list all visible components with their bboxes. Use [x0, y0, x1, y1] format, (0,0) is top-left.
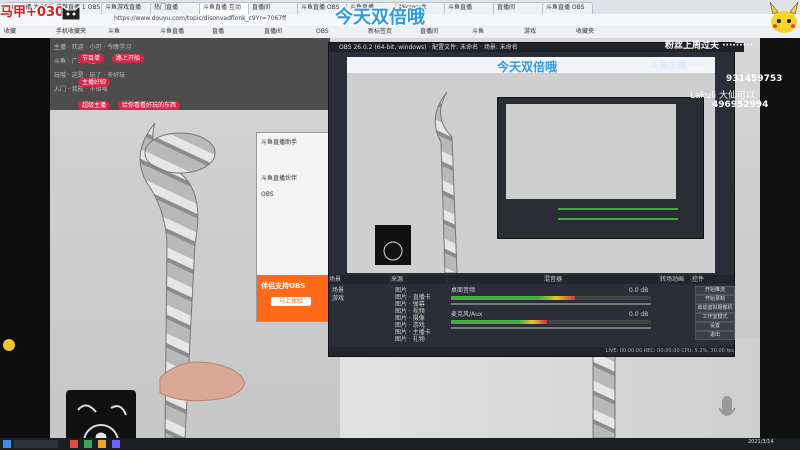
stream-title: 今天双倍哦 — [335, 7, 425, 28]
nested-preview — [506, 104, 676, 199]
source-item[interactable]: 图片 · 视频 — [395, 308, 425, 315]
dock-header-mixer: 混音器 — [448, 275, 658, 284]
browser-tab[interactable]: 直播间 — [493, 2, 544, 14]
streamer-emblem-icon — [66, 390, 136, 438]
app-icon[interactable] — [98, 440, 106, 448]
bookmark-item[interactable]: 手机收藏夹 — [56, 27, 86, 37]
start-streaming-button[interactable]: 开始推流 — [695, 286, 735, 295]
microphone-icon — [718, 396, 736, 416]
chat-badge: 路上开船 — [112, 54, 145, 63]
mixer-meter-bg — [451, 320, 651, 324]
app-icon[interactable] — [84, 440, 92, 448]
obs-window[interactable]: OBS 26.0.2 (64-bit, windows) · 配置文件: 未命名… — [328, 42, 744, 357]
preview-rope — [434, 91, 458, 273]
top-left-label: 马甲+030 — [0, 5, 65, 20]
source-item[interactable]: 图片 · 礼物 — [395, 336, 425, 343]
browser-tab[interactable]: 斗鱼直播 OBS — [542, 2, 593, 14]
bookmark-item[interactable]: 收藏夹 — [576, 27, 594, 37]
right-overlay-line: 496952994 — [712, 100, 769, 110]
scene-item[interactable]: 场景 — [332, 287, 344, 294]
emoji-icon — [3, 339, 15, 351]
preview-emblem-icon — [375, 225, 411, 265]
helper-window[interactable]: 斗鱼直播助手 斗鱼直播伙伴 OBS 伴侣支持OBS 马上体验 — [256, 132, 330, 322]
browser-tab[interactable]: 斗鱼直播 — [444, 2, 495, 14]
nested-obs-window — [497, 97, 704, 239]
nested-meter — [558, 218, 678, 220]
app-icon[interactable] — [112, 440, 120, 448]
obs-promo-banner[interactable]: 伴侣支持OBS 马上体验 — [257, 275, 329, 321]
obs-preview: 今天双倍哦 — [347, 57, 715, 273]
chat-badge: 主播好帅 — [78, 78, 111, 87]
cat-icon — [61, 4, 81, 20]
obs-docks: 场景 来源 混音器 转场动画 控件 场景 游戏 图片 图片 · 直播卡 图片 ·… — [329, 275, 735, 345]
obs-status-text: LIVE: 00:00:00 REC: 00:00:00 CPU: 5.2%, … — [605, 348, 734, 354]
pikachu-icon — [769, 1, 799, 33]
start-icon[interactable] — [3, 440, 11, 448]
mixer-meter-bg — [451, 296, 651, 300]
mixer-name: 桌面音频 — [451, 287, 476, 294]
chat-badge: 给你看看好玩的东西 — [118, 101, 181, 110]
taskbar-search[interactable] — [14, 440, 58, 448]
browser-tab[interactable]: 直播间 — [248, 2, 299, 14]
mixer-meter-fill — [451, 320, 547, 324]
nested-meter — [558, 208, 678, 210]
helper-item[interactable]: 斗鱼直播伙伴 — [261, 173, 297, 182]
right-overlay-line: 斗鱼主播 ····· — [650, 61, 704, 71]
bookmark-item[interactable]: 斗鱼直播 — [160, 27, 184, 37]
exit-button[interactable]: 退出 — [695, 331, 735, 340]
obs-status-bar: LIVE: 00:00:00 REC: 00:00:00 CPU: 5.2%, … — [329, 347, 734, 356]
bookmark-item[interactable]: 游戏 — [524, 27, 536, 37]
mixer-meter-fill — [451, 296, 575, 300]
right-panel — [760, 38, 800, 438]
bookmark-item[interactable]: 斗鱼 — [108, 27, 120, 37]
helper-title: 斗鱼直播助手 — [261, 139, 298, 146]
left-dark-strip — [0, 38, 50, 438]
taskbar: 2021/3/14 — [0, 438, 800, 450]
dock-header-controls: 控件 — [692, 275, 734, 284]
chat-badge: 节目单 — [78, 54, 105, 63]
start-recording-button[interactable]: 开始录制 — [695, 295, 735, 304]
mixer-volume-slider[interactable] — [451, 303, 651, 305]
source-item[interactable]: 图片 · 直播卡 — [395, 294, 431, 301]
dock-header-transitions: 转场动画 — [660, 275, 690, 284]
mixer-name: 麦克风/Aux — [451, 311, 483, 318]
source-item[interactable]: 图片 · 摄像 — [395, 315, 425, 322]
browser-tab[interactable]: 热门直播 — [150, 2, 201, 14]
browser-tab[interactable]: 斗鱼直播 互动 — [199, 2, 250, 14]
browser-tab[interactable]: 斗鱼游戏直播 — [101, 2, 152, 14]
virtual-camera-button[interactable]: 启动虚拟摄像机 — [695, 304, 735, 313]
taskbar-clock: 2021/3/14 — [748, 439, 774, 445]
bookmark-item[interactable]: 收藏 — [4, 27, 16, 37]
url-text[interactable]: https://www.douyu.com/topic/disonvadflon… — [114, 15, 286, 22]
source-item[interactable]: 图片 — [395, 287, 407, 294]
source-item[interactable]: 图片 · 主播卡 — [395, 329, 431, 336]
right-overlay-line: 931459753 — [726, 74, 783, 84]
app-icon[interactable] — [70, 440, 78, 448]
helper-label: OBS — [261, 191, 274, 198]
settings-button[interactable]: 设置 — [695, 322, 735, 331]
bookmark-item[interactable]: OBS — [316, 27, 329, 37]
chat-badge: 超级主播 — [78, 101, 111, 110]
mixer-volume-slider[interactable] — [451, 327, 651, 329]
dock-header-sources: 来源 — [391, 275, 446, 284]
source-item[interactable]: 图片 · 游戏 — [395, 322, 425, 329]
hand — [159, 361, 246, 402]
banner-button[interactable]: 马上体验 — [271, 297, 311, 306]
scene-item[interactable]: 游戏 — [332, 295, 344, 302]
mixer-level: 0.0 dB — [629, 287, 649, 294]
danmaku-chat-panel: 主播 · 欢迎 · 小可 · 今晚学习 斗鱼 · 广义关注 玩哦 · 这是 · … — [50, 38, 330, 110]
bookmark-item[interactable]: 斗鱼 — [472, 27, 484, 37]
dock-header-scenes: 场景 — [329, 275, 389, 284]
source-item[interactable]: 图片 · 弹幕 — [395, 301, 425, 308]
banner-text: 伴侣支持OBS — [261, 282, 306, 290]
bookmark-item[interactable]: 直播间 — [264, 27, 282, 37]
right-overlay-line: 粉丝上周过夫 ········· — [665, 41, 753, 51]
studio-mode-button[interactable]: 工作室模式 — [695, 313, 735, 322]
chat-message: 主播 · 欢迎 · 小可 · 今晚学习 — [54, 44, 132, 51]
rope-right — [592, 348, 616, 438]
controls-panel: 开始推流 开始录制 启动虚拟摄像机 工作室模式 设置 退出 — [692, 286, 735, 345]
bookmark-item[interactable]: 直播 — [212, 27, 224, 37]
mixer-level: 0.0 dB — [629, 311, 649, 318]
